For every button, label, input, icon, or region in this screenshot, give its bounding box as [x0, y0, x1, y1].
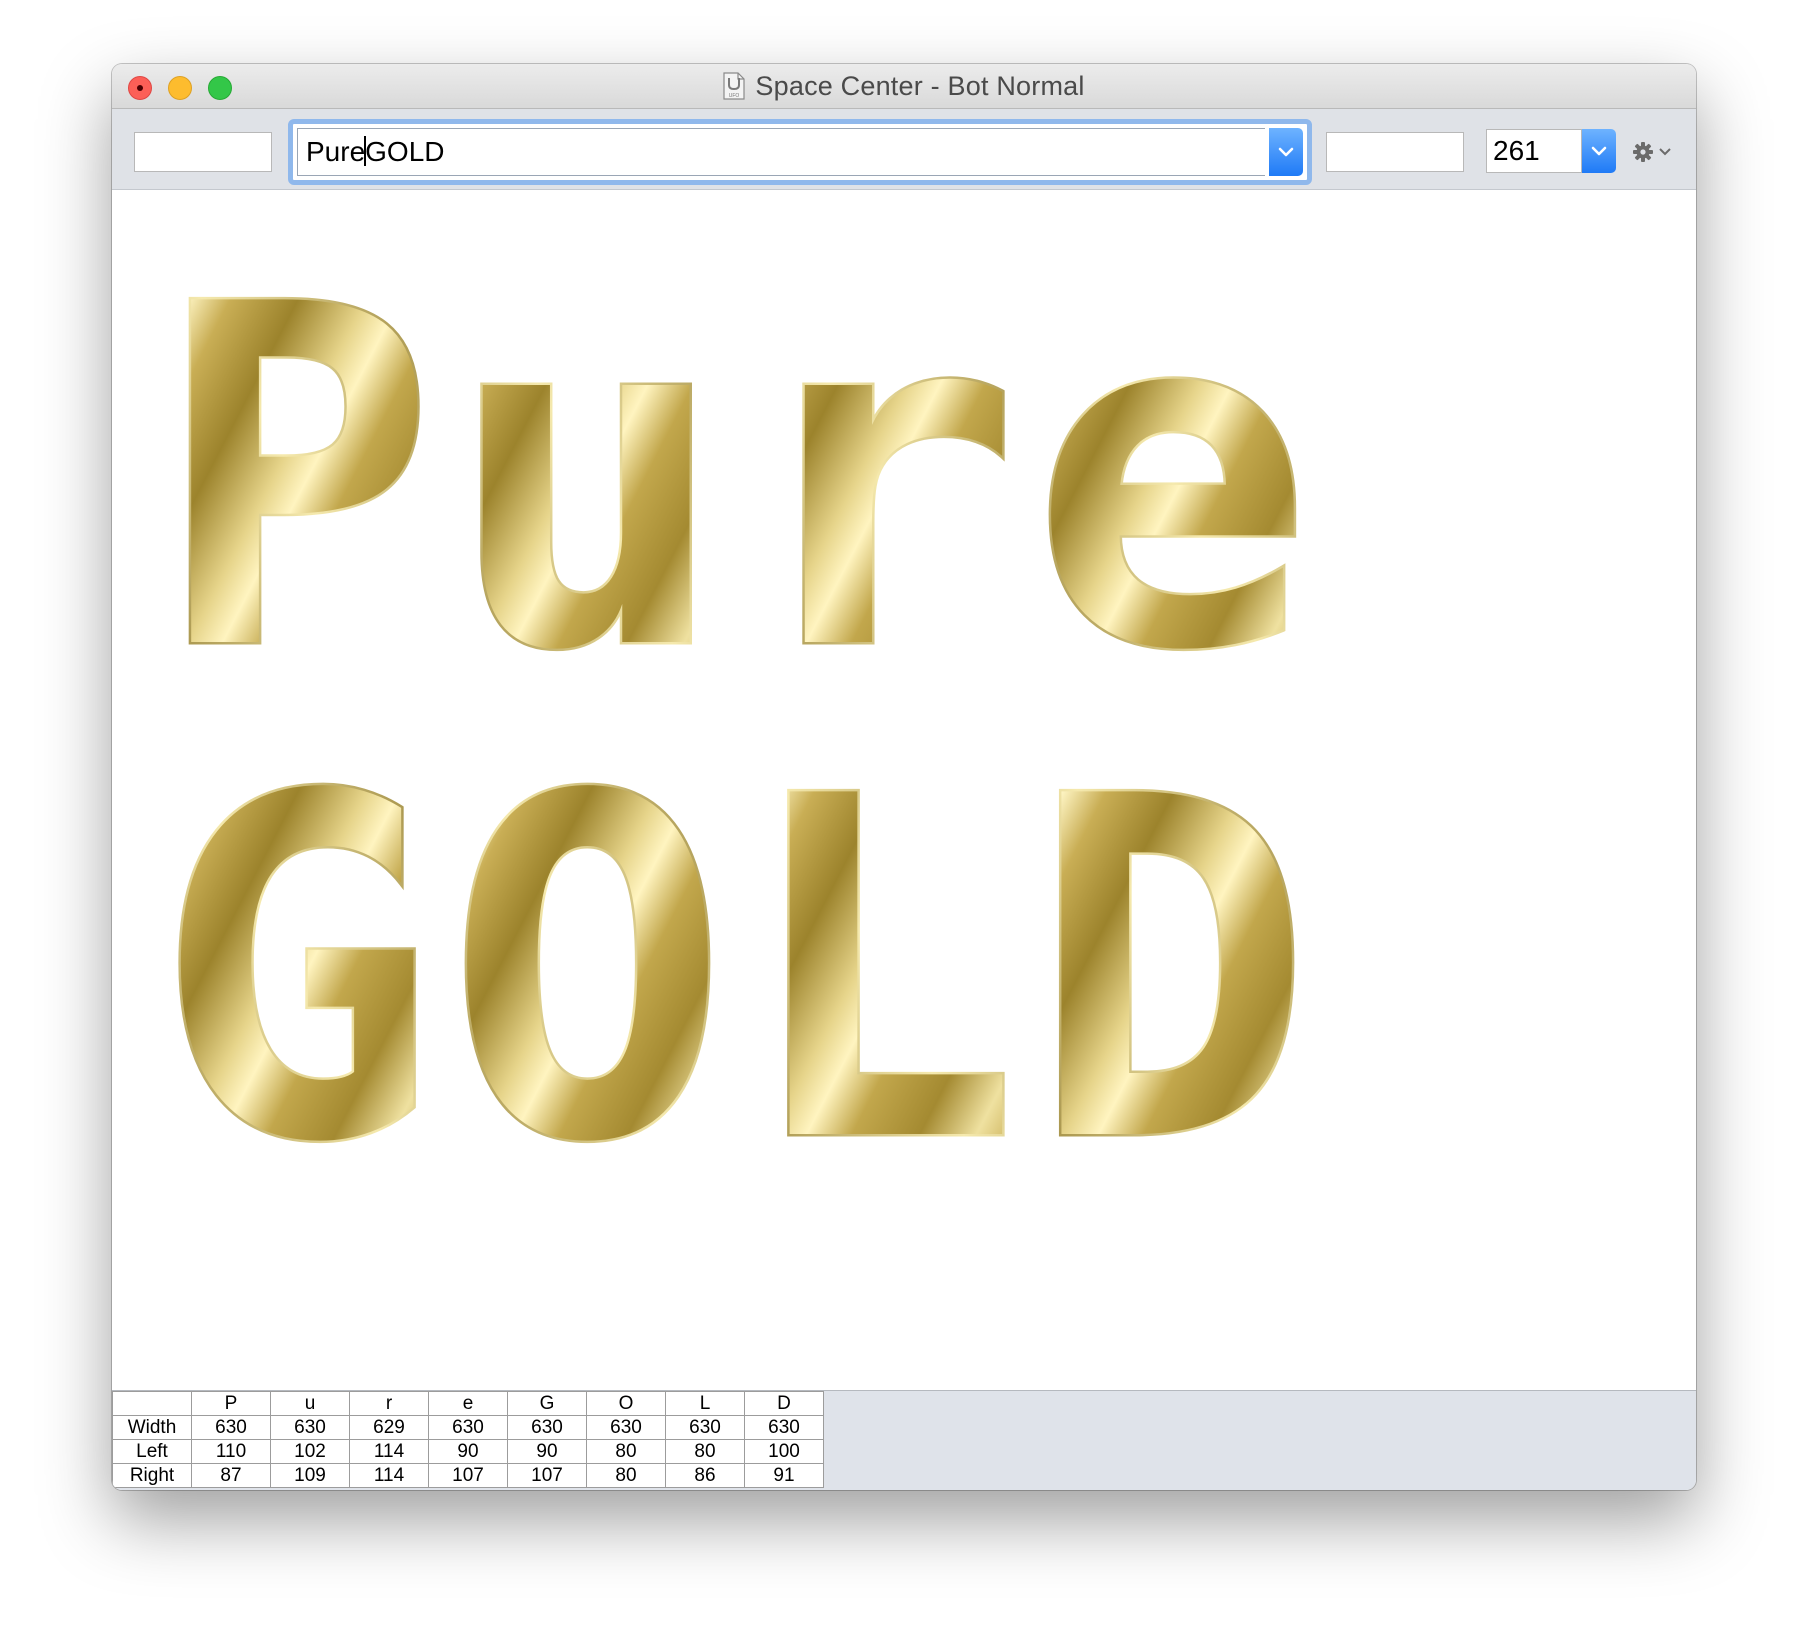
svg-text:r: r	[738, 206, 1021, 753]
toolbar: PureGOLD 261	[112, 109, 1696, 190]
svg-text:G: G	[154, 698, 437, 1245]
glyph-header-cell[interactable]: r	[349, 1391, 429, 1416]
left-cell[interactable]: 80	[665, 1439, 745, 1464]
left-cell[interactable]: 90	[507, 1439, 587, 1464]
title-bar: UFO Space Center - Bot Normal	[112, 64, 1696, 109]
width-cell[interactable]: 630	[744, 1415, 824, 1440]
size-input[interactable]: 261	[1486, 129, 1582, 173]
metrics-width-row: Width 630 630 629 630 630 630 630 630	[112, 1415, 824, 1440]
right-cell[interactable]: 86	[665, 1463, 745, 1488]
left-cell[interactable]: 110	[191, 1439, 271, 1464]
right-cell[interactable]: 114	[349, 1463, 429, 1488]
left-cell[interactable]: 90	[428, 1439, 508, 1464]
svg-text:e: e	[1030, 206, 1313, 753]
metrics-left-row: Left 110 102 114 90 90 80 80 100	[112, 1439, 824, 1464]
glyph-header-cell[interactable]: u	[270, 1391, 350, 1416]
gear-icon	[1633, 142, 1653, 162]
chevron-down-icon	[1591, 146, 1607, 156]
glyph-header-cell[interactable]: e	[428, 1391, 508, 1416]
svg-text:D: D	[1030, 698, 1313, 1245]
metrics-header-row: P u r e G O L D	[112, 1391, 824, 1416]
settings-menu-button[interactable]	[1632, 139, 1678, 165]
width-cell[interactable]: 630	[507, 1415, 587, 1440]
space-center-window: UFO Space Center - Bot Normal PureGOLD 2…	[112, 64, 1696, 1490]
right-cell[interactable]: 109	[270, 1463, 350, 1488]
svg-text:P: P	[154, 206, 437, 753]
glyph-metrics-table: P u r e G O L D Width 630 630 629 630 63…	[112, 1391, 824, 1488]
left-spacing-input[interactable]	[134, 132, 272, 172]
glyph-header-cell[interactable]: G	[507, 1391, 587, 1416]
left-cell[interactable]: 114	[349, 1439, 429, 1464]
chevron-down-icon	[1659, 148, 1671, 156]
right-cell[interactable]: 107	[428, 1463, 508, 1488]
svg-text:L: L	[738, 698, 1021, 1245]
left-cell[interactable]: 102	[270, 1439, 350, 1464]
text-input[interactable]: PureGOLD	[297, 128, 1265, 176]
svg-text:UFO: UFO	[729, 93, 740, 99]
left-cell[interactable]: 100	[744, 1439, 824, 1464]
preview-glyph-e[interactable]: e	[1028, 204, 1420, 756]
width-cell[interactable]: 630	[665, 1415, 745, 1440]
text-before-cursor: Pure	[306, 136, 366, 167]
width-cell[interactable]: 630	[428, 1415, 508, 1440]
width-cell[interactable]: 630	[586, 1415, 666, 1440]
metrics-corner-cell	[112, 1391, 192, 1416]
row-header-right: Right	[112, 1463, 192, 1488]
glyph-header-cell[interactable]: P	[191, 1391, 271, 1416]
glyph-preview-canvas[interactable]: Pure GOLD	[112, 190, 1696, 1390]
size-combo-box[interactable]: 261	[1486, 129, 1616, 173]
row-header-left: Left	[112, 1439, 192, 1464]
text-combo-box[interactable]: PureGOLD	[288, 119, 1312, 185]
width-cell[interactable]: 629	[349, 1415, 429, 1440]
text-after-cursor: GOLD	[365, 136, 445, 167]
right-spacing-input[interactable]	[1326, 132, 1464, 172]
text-dropdown-button[interactable]	[1269, 128, 1303, 176]
metrics-panel: P u r e G O L D Width 630 630 629 630 63…	[112, 1390, 1696, 1490]
svg-text:O: O	[446, 698, 729, 1245]
right-cell[interactable]: 87	[191, 1463, 271, 1488]
svg-text:u: u	[446, 206, 729, 753]
right-cell[interactable]: 107	[507, 1463, 587, 1488]
glyph-header-cell[interactable]: L	[665, 1391, 745, 1416]
preview-glyph-D[interactable]: D	[1028, 696, 1420, 1248]
right-cell[interactable]: 80	[586, 1463, 666, 1488]
window-title: Space Center - Bot Normal	[755, 70, 1085, 101]
right-cell[interactable]: 91	[744, 1463, 824, 1488]
glyph-header-cell[interactable]: O	[586, 1391, 666, 1416]
size-dropdown-button[interactable]	[1582, 129, 1616, 173]
ufo-document-icon: UFO	[723, 72, 746, 100]
width-cell[interactable]: 630	[191, 1415, 271, 1440]
glyph-header-cell[interactable]: D	[744, 1391, 824, 1416]
width-cell[interactable]: 630	[270, 1415, 350, 1440]
left-cell[interactable]: 80	[586, 1439, 666, 1464]
chevron-down-icon	[1278, 147, 1294, 157]
window-title-group: UFO Space Center - Bot Normal	[112, 64, 1696, 108]
row-header-width: Width	[112, 1415, 192, 1440]
metrics-right-row: Right 87 109 114 107 107 80 86 91	[112, 1463, 824, 1488]
